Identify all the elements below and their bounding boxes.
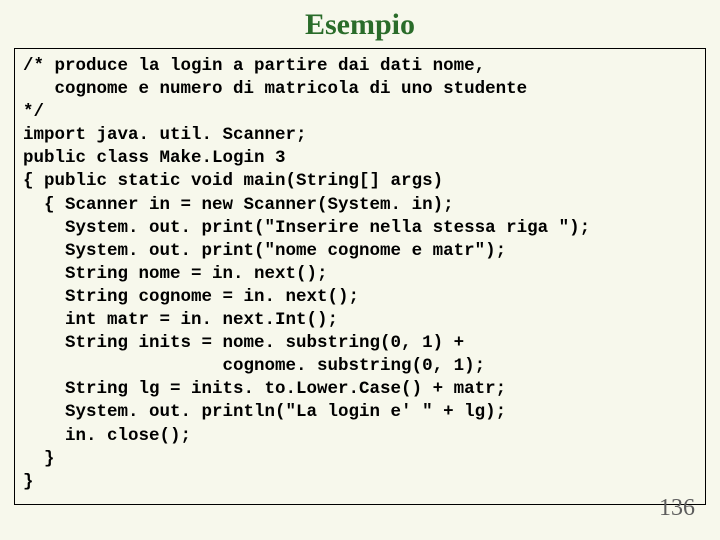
- code-box: /* produce la login a partire dai dati n…: [14, 48, 706, 505]
- page-number: 136: [659, 495, 695, 522]
- slide: Esempio /* produce la login a partire da…: [0, 0, 720, 540]
- slide-title: Esempio: [0, 0, 720, 48]
- code-block: /* produce la login a partire dai dati n…: [23, 55, 697, 494]
